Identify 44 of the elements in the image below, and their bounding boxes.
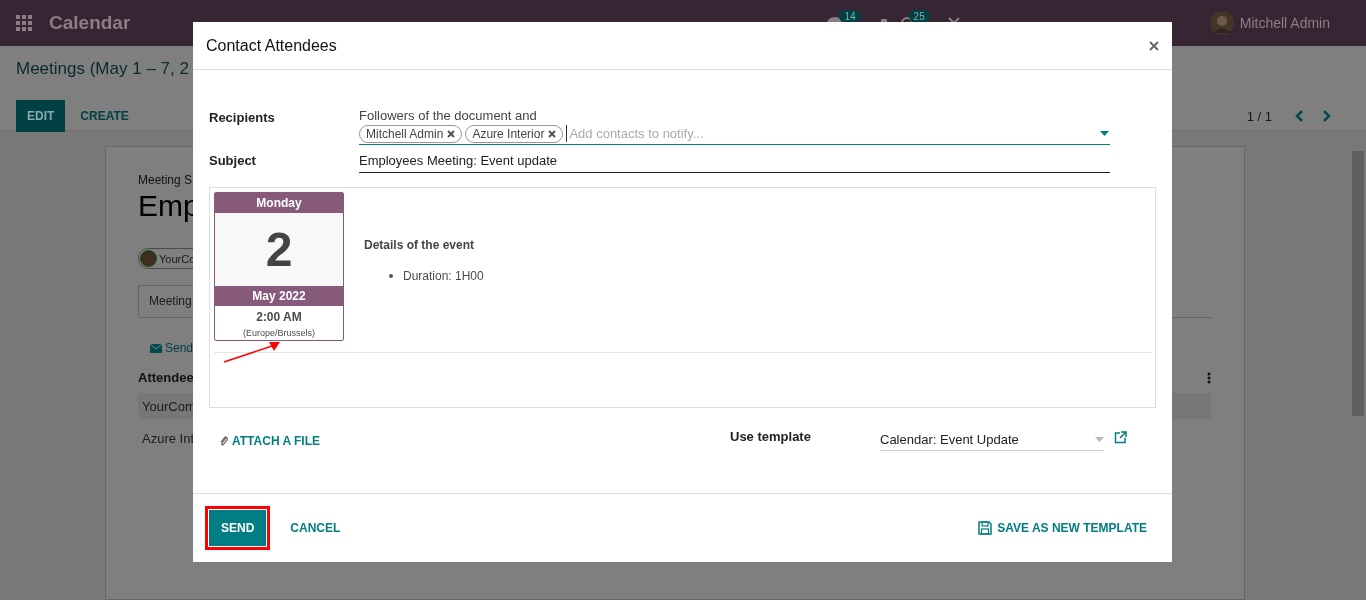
apps-menu-icon[interactable] bbox=[16, 15, 32, 31]
caret-icon bbox=[1095, 437, 1104, 442]
save-template-link[interactable]: SAVE AS NEW TEMPLATE bbox=[978, 521, 1147, 535]
bullet-icon bbox=[389, 274, 393, 278]
details-heading: Details of the event bbox=[364, 238, 476, 252]
send-button[interactable]: SEND bbox=[209, 510, 267, 546]
field-label: Recipients bbox=[209, 109, 276, 127]
breadcrumb-title: Meetings (May 1 – 7, 2 bbox=[16, 58, 190, 79]
edit-button[interactable]: EDIT bbox=[16, 100, 66, 132]
message-editor[interactable]: Monday 2 May 2022 2:00 AM (Europe/Brussels) Details of the event Duration: 1H00 bbox=[209, 187, 1156, 408]
app-title: Calendar bbox=[49, 12, 131, 34]
attach-file-link[interactable]: ATTACH A FILE bbox=[219, 433, 320, 448]
cancel-button[interactable]: CANCEL bbox=[278, 510, 353, 546]
next-icon[interactable] bbox=[1322, 109, 1332, 123]
dialog-title: Contact Attendees bbox=[206, 36, 338, 55]
arrow-annotation bbox=[222, 340, 282, 364]
close-icon[interactable] bbox=[1149, 40, 1159, 51]
remove-icon[interactable] bbox=[548, 129, 557, 138]
paperclip-icon bbox=[219, 434, 229, 447]
day-number: 2 bbox=[215, 213, 343, 286]
detail-item: Duration: 1H00 bbox=[403, 269, 484, 283]
followers-text: Followers of the document and bbox=[359, 108, 538, 123]
previous-icon[interactable] bbox=[1294, 109, 1304, 123]
field-label: Meeting S bbox=[138, 173, 193, 187]
weekday-label: Monday bbox=[215, 193, 343, 213]
table-cell: Azure Int bbox=[142, 431, 195, 446]
pager-count: 1 / 1 bbox=[1246, 108, 1272, 124]
field-label: Subject bbox=[209, 152, 257, 170]
external-link-icon[interactable] bbox=[1114, 431, 1127, 444]
kebab-icon[interactable] bbox=[1207, 371, 1211, 384]
month-label: May 2022 bbox=[215, 286, 343, 306]
column-header: Attendee bbox=[138, 370, 194, 385]
create-button[interactable]: CREATE bbox=[69, 100, 140, 132]
field-label: Use template bbox=[730, 429, 812, 444]
timezone-label: (Europe/Brussels) bbox=[242, 327, 316, 340]
user-menu[interactable]: Mitchell Admin bbox=[1239, 15, 1330, 31]
activity-count-badge: 25 bbox=[908, 9, 930, 23]
envelope-icon bbox=[150, 343, 162, 353]
avatar-icon bbox=[1209, 11, 1234, 35]
template-select[interactable]: Calendar: Event Update bbox=[880, 430, 1104, 451]
scrollbar-thumb[interactable] bbox=[1352, 151, 1364, 416]
event-time: 2:00 AM bbox=[255, 309, 303, 324]
remove-icon[interactable] bbox=[447, 129, 456, 138]
message-count-badge: 14 bbox=[839, 9, 861, 23]
